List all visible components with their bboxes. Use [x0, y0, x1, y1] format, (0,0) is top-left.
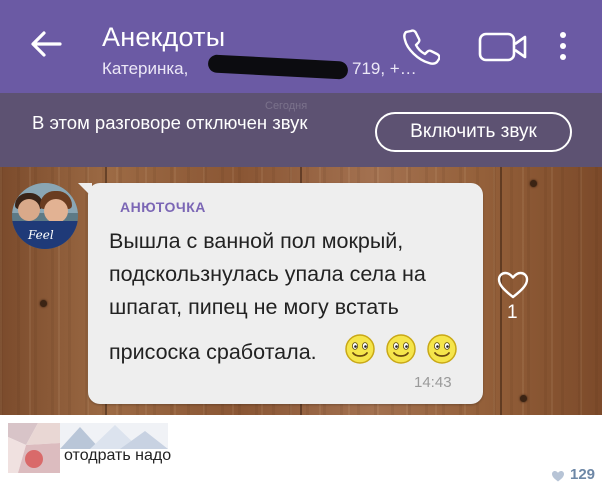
screenshot: Анекдоты Катеринка, 719, +… Сегодня В эт… — [0, 0, 602, 491]
back-arrow-icon[interactable] — [28, 26, 64, 62]
chat-participants[interactable]: Катеринка, 719, +… — [102, 59, 417, 79]
wood-nail — [520, 395, 527, 402]
smiley-icon — [345, 334, 375, 364]
smiley-icon — [427, 334, 457, 364]
message-line: присоска сработала. — [109, 340, 317, 364]
wood-nail — [530, 180, 537, 187]
message-line: Вышла с ванной пол мокрый, — [109, 229, 404, 253]
comment-like-count[interactable]: 129 — [570, 466, 595, 483]
chat-title[interactable]: Анекдоты — [102, 22, 225, 53]
commenter-avatar[interactable] — [8, 423, 60, 473]
video-call-icon[interactable] — [478, 30, 528, 64]
message-time: 14:43 — [414, 374, 452, 391]
message-line: шпагат, пипец не могу встать — [109, 295, 399, 319]
avatar-signature: Feel — [28, 228, 54, 242]
message-like-count: 1 — [507, 302, 518, 323]
message-bubble[interactable] — [78, 183, 483, 404]
wood-nail — [40, 300, 47, 307]
heart-icon[interactable] — [551, 470, 565, 482]
smiley-icon — [386, 334, 416, 364]
unmute-button[interactable]: Включить звук — [375, 112, 572, 152]
mute-notice-text: В этом разговоре отключен звук — [32, 112, 308, 133]
message-sender[interactable]: АНЮТОЧКА — [120, 199, 206, 215]
participants-start: Катеринка, — [102, 59, 189, 78]
phone-icon[interactable] — [402, 27, 440, 65]
comment-image-thumbnail[interactable] — [60, 423, 168, 449]
comment-text: отодрать надо — [64, 447, 172, 464]
heart-icon[interactable] — [496, 270, 530, 300]
message-line: подскользнулась упала села на — [109, 262, 426, 286]
sender-avatar[interactable]: Feel — [12, 183, 78, 249]
more-options-icon[interactable] — [555, 31, 571, 61]
